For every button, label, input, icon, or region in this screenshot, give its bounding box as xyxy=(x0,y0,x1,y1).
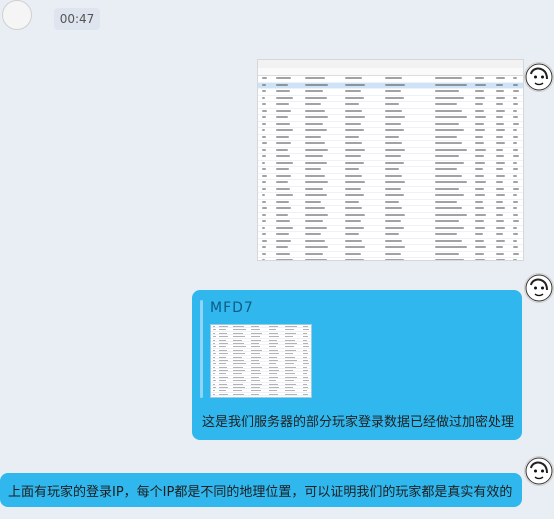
table-row xyxy=(258,258,523,260)
left-avatar-icon xyxy=(2,0,32,30)
sender-avatar-icon[interactable] xyxy=(524,62,554,92)
database-table-image xyxy=(258,76,523,260)
quote-indicator xyxy=(200,300,203,398)
image-title-bar xyxy=(258,60,523,68)
sender-avatar-icon[interactable] xyxy=(524,456,554,486)
message-text: 上面有玩家的登录IP，每个IP都是不同的地理位置，可以证明我们的玩家都是真实有效… xyxy=(8,485,513,500)
quote-author: MFD7 xyxy=(210,300,254,316)
reply-text: 这是我们服务器的部分玩家登录数据已经做过加密处理 xyxy=(202,415,515,430)
sender-avatar-icon[interactable] xyxy=(524,273,554,303)
table-row xyxy=(211,396,311,397)
quoted-image-thumbnail[interactable] xyxy=(210,324,312,398)
message-timestamp: 00:47 xyxy=(54,8,100,30)
text-message-bubble[interactable]: 上面有玩家的登录IP，每个IP都是不同的地理位置，可以证明我们的玩家都是真实有效… xyxy=(0,473,522,507)
image-toolbar xyxy=(258,68,523,76)
quoted-reply-message[interactable]: MFD7 这是我们服务器的部分玩家登录数据已经做过加密处理 xyxy=(192,290,522,440)
screenshot-image-message[interactable] xyxy=(257,59,524,261)
